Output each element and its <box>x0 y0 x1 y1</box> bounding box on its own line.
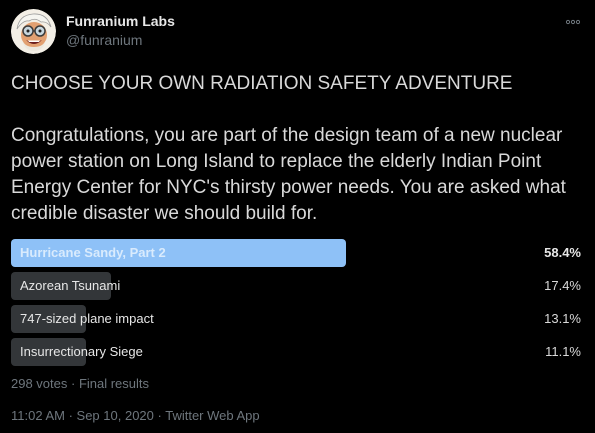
timestamp-separator: · <box>64 408 77 423</box>
tweet-time-link[interactable]: 11:02 AM · Sep 10, 2020 <box>11 408 154 423</box>
poll-option-percent: 11.1% <box>545 344 581 359</box>
tweet-headline: CHOOSE YOUR OWN RADIATION SAFETY ADVENTU… <box>11 73 513 94</box>
poll-option: Hurricane Sandy, Part 2 58.4% <box>11 239 584 267</box>
cartoon-scientist-avatar-icon <box>11 9 56 54</box>
poll: Hurricane Sandy, Part 2 58.4% Azorean Ts… <box>11 239 584 371</box>
poll-meta-separator: · <box>67 376 79 391</box>
tweet-timestamp: 11:02 AM · Sep 10, 2020 · Twitter Web Ap… <box>11 408 260 423</box>
poll-meta: 298 votes · Final results <box>11 376 149 391</box>
poll-option-label: 747-sized plane impact <box>20 311 154 326</box>
avatar[interactable] <box>11 9 56 54</box>
tweet-body: Congratulations, you are part of the des… <box>11 125 566 224</box>
tweet-date: Sep 10, 2020 <box>76 408 154 423</box>
timestamp-separator: · <box>153 408 166 423</box>
more-horizontal-icon[interactable] <box>565 14 581 25</box>
poll-option-percent: 17.4% <box>544 278 581 293</box>
author-display-name[interactable]: Funranium Labs <box>66 13 175 29</box>
tweet-time: 11:02 AM <box>11 408 65 423</box>
poll-option-label: Hurricane Sandy, Part 2 <box>20 245 166 260</box>
poll-status: Final results <box>78 376 150 391</box>
poll-option-percent: 58.4% <box>544 245 581 260</box>
poll-option: 747-sized plane impact 13.1% <box>11 305 584 333</box>
poll-option: Insurrectionary Siege 11.1% <box>11 338 584 366</box>
poll-option: Azorean Tsunami 17.4% <box>11 272 584 300</box>
tweet: Funranium Labs @funranium CHOOSE YOUR OW… <box>0 0 595 433</box>
poll-option-label: Azorean Tsunami <box>20 278 121 293</box>
author-handle[interactable]: @funranium <box>66 32 142 48</box>
tweet-source-link[interactable]: Twitter Web App <box>165 408 259 423</box>
poll-option-percent: 13.1% <box>544 311 581 326</box>
poll-option-label: Insurrectionary Siege <box>20 344 143 359</box>
poll-vote-count: 298 votes <box>11 376 68 391</box>
